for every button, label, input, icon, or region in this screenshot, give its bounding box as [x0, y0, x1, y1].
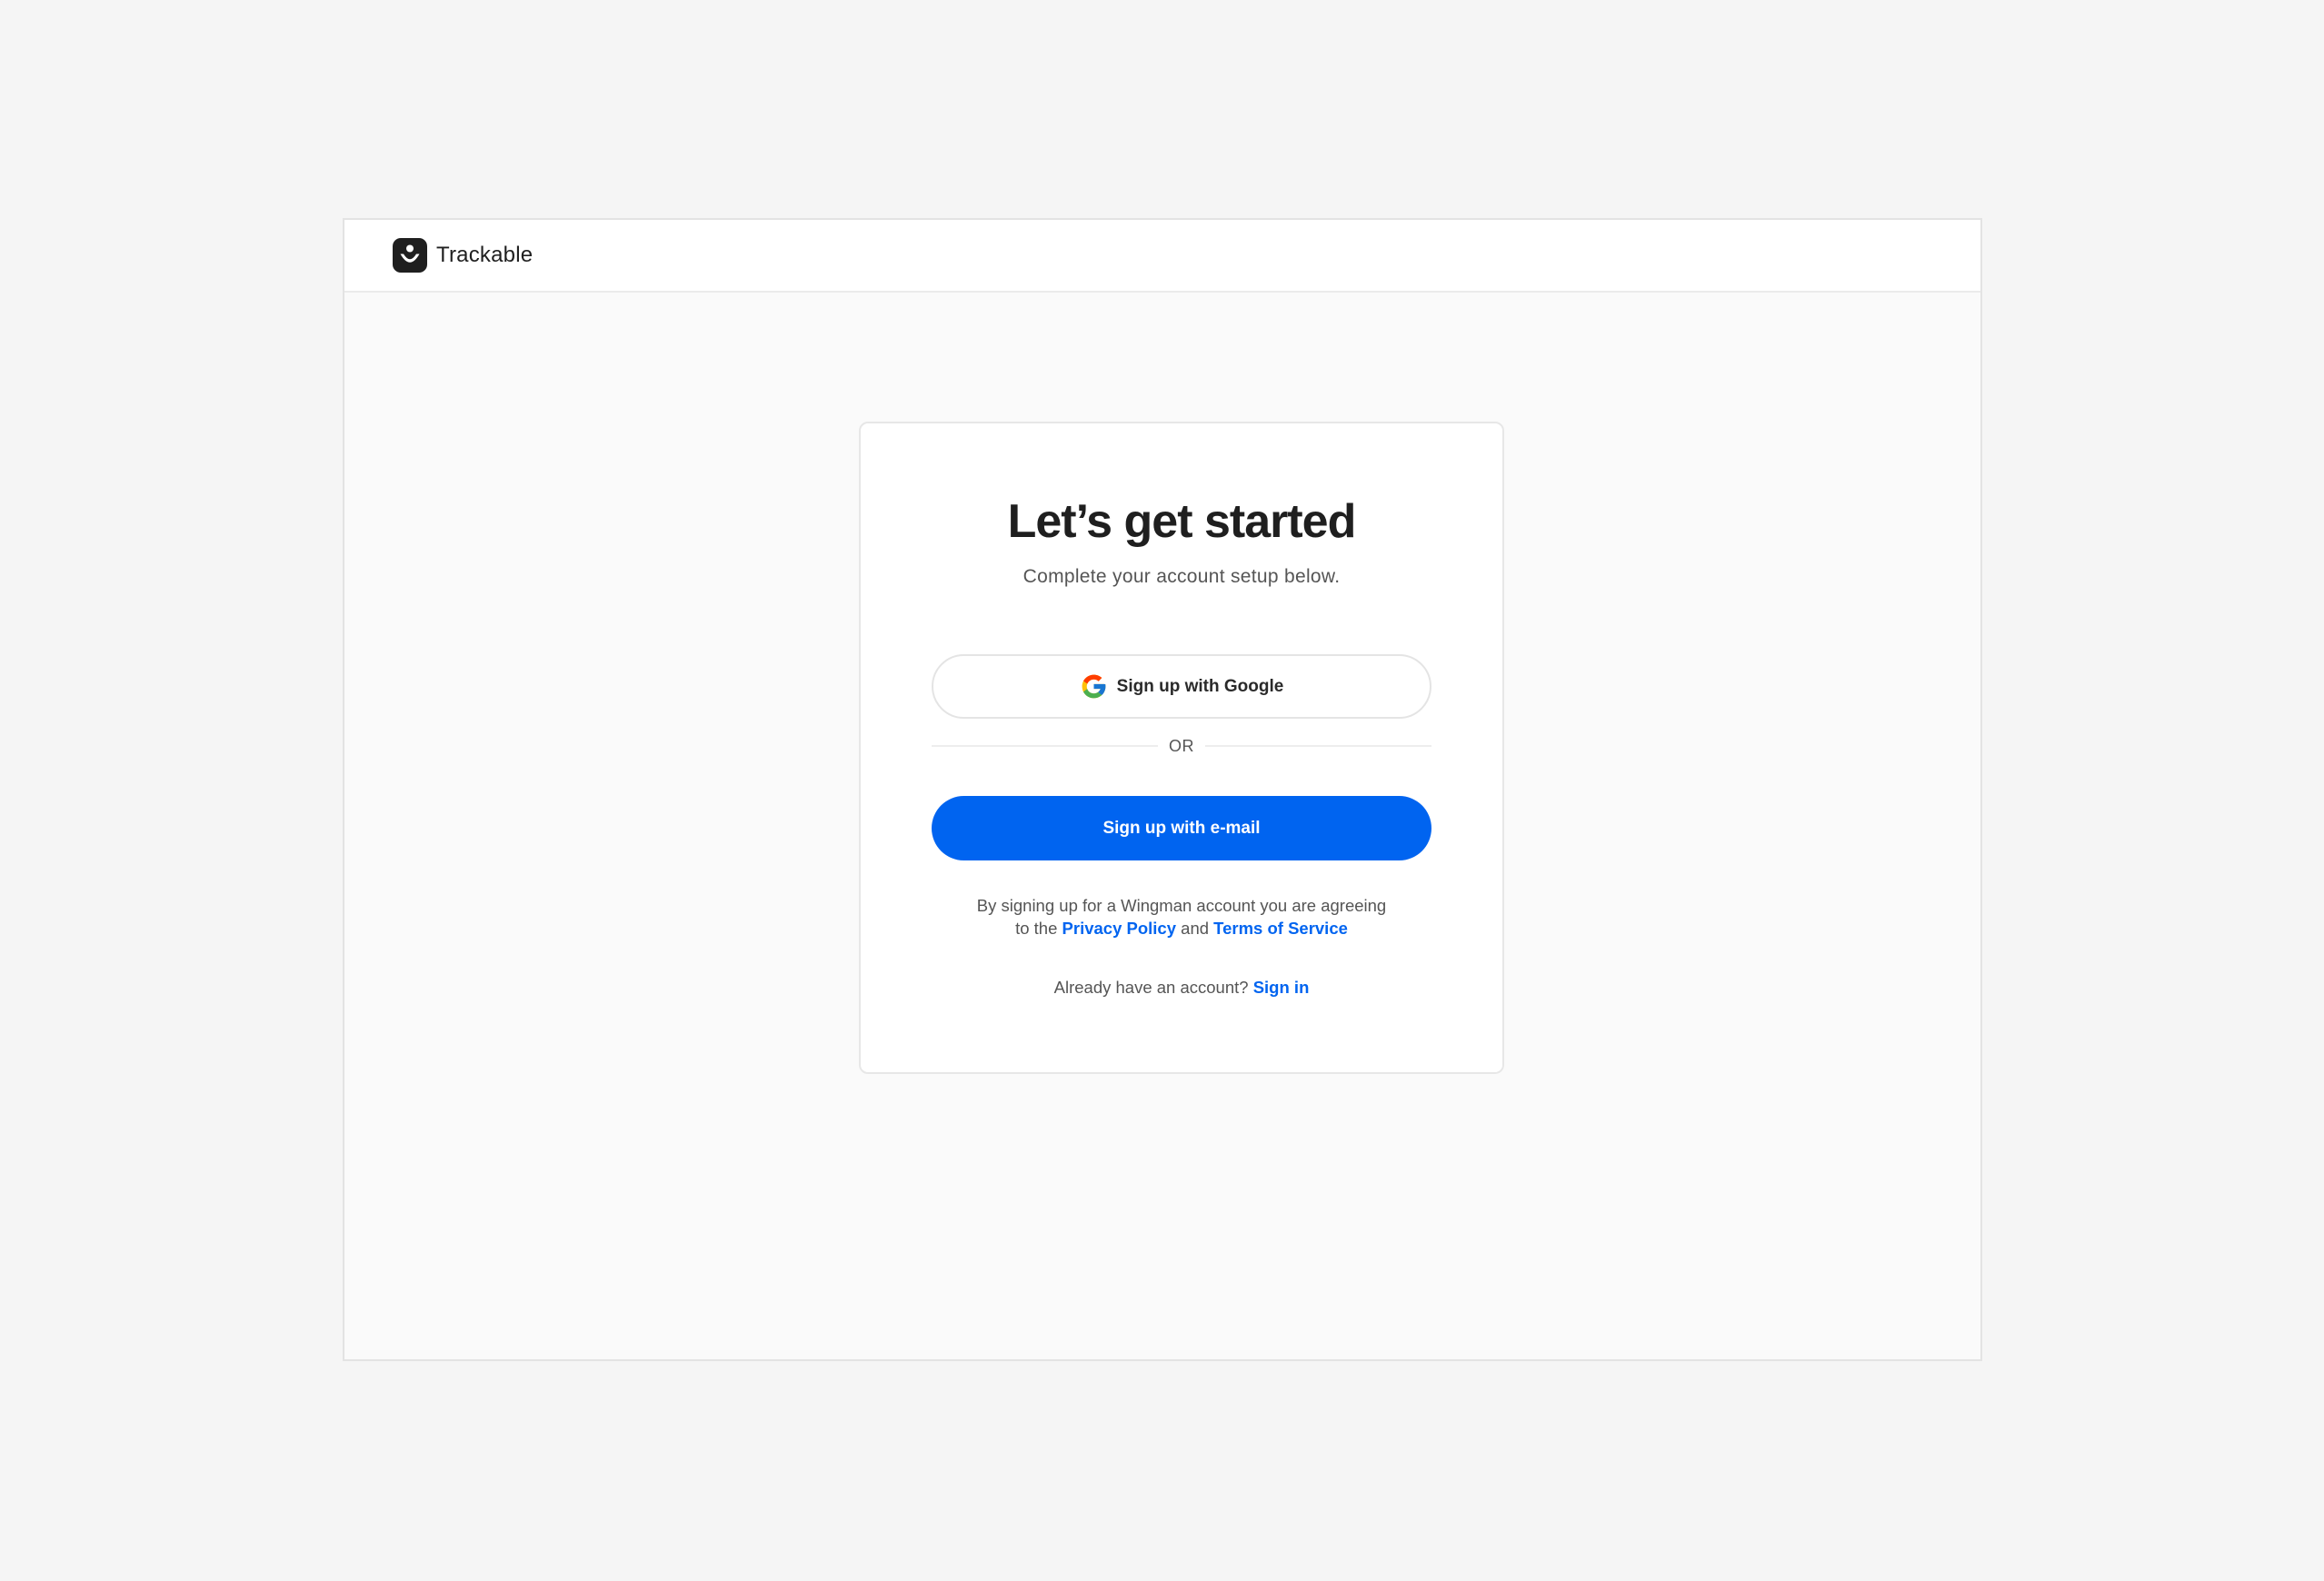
- google-icon: [1082, 674, 1106, 699]
- legal-line-1: By signing up for a Wingman account you …: [976, 896, 1387, 915]
- legal-notice: By signing up for a Wingman account you …: [861, 894, 1502, 940]
- signin-prompt-text: Already have an account?: [1053, 978, 1249, 997]
- divider-line-left: [932, 745, 1158, 747]
- google-button-label: Sign up with Google: [1116, 676, 1284, 696]
- app-window: Trackable Let’s get started Complete you…: [343, 218, 1982, 1361]
- page-title: Let’s get started: [1007, 495, 1357, 548]
- terms-of-service-link[interactable]: Terms of Service: [1213, 919, 1348, 938]
- sign-up-with-email-button[interactable]: Sign up with e-mail: [932, 796, 1431, 860]
- brand-home-link[interactable]: Trackable: [393, 238, 533, 273]
- or-divider: OR: [932, 732, 1431, 760]
- privacy-policy-link[interactable]: Privacy Policy: [1062, 919, 1176, 938]
- email-button-label: Sign up with e-mail: [1102, 818, 1261, 838]
- divider-line-right: [1205, 745, 1431, 747]
- page-subtitle: Complete your account setup below.: [1022, 566, 1341, 587]
- sign-up-with-google-button[interactable]: Sign up with Google: [932, 654, 1431, 719]
- signup-card: Let’s get started Complete your account …: [859, 422, 1504, 1074]
- legal-to-the: to the: [1015, 919, 1058, 938]
- top-bar: Trackable: [344, 220, 1980, 293]
- legal-and: and: [1181, 919, 1210, 938]
- trackable-logo-icon: [393, 238, 427, 273]
- legal-line-2: to the Privacy Policy and Terms of Servi…: [861, 917, 1502, 940]
- signin-prompt: Already have an account? Sign in: [861, 976, 1502, 999]
- divider-text: OR: [1169, 736, 1194, 755]
- brand-name: Trackable: [436, 243, 534, 267]
- sign-in-link[interactable]: Sign in: [1253, 978, 1310, 997]
